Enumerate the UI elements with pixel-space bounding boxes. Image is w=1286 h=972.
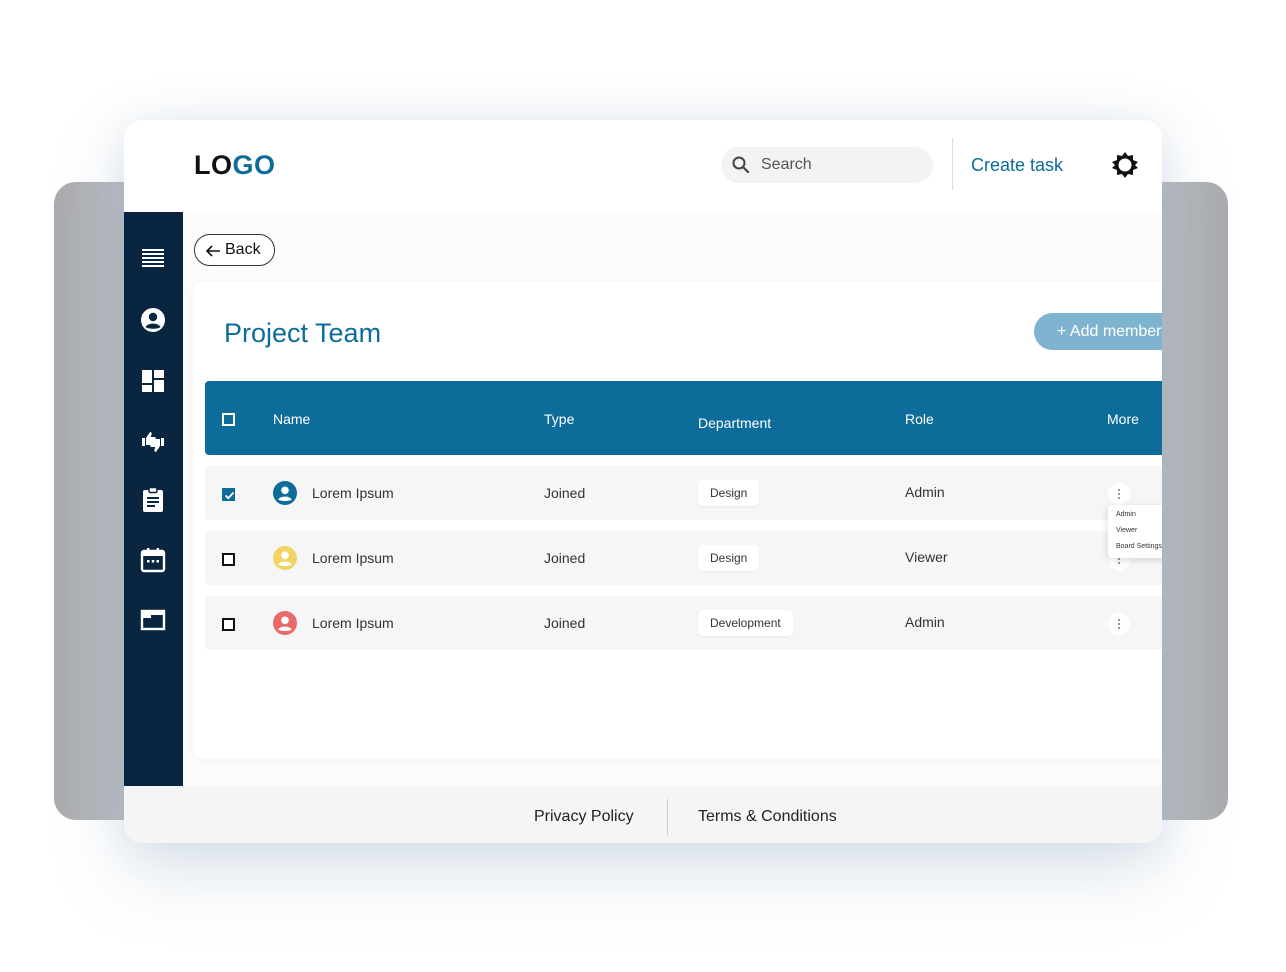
avatar-icon xyxy=(273,546,297,570)
footer-divider xyxy=(667,799,668,836)
member-type: Joined xyxy=(544,615,586,631)
search-input[interactable] xyxy=(761,155,921,175)
member-name: Lorem Ipsum xyxy=(312,485,394,501)
column-header-name[interactable]: Name xyxy=(273,411,310,427)
more-options-icon[interactable] xyxy=(1108,483,1130,505)
project-team-card: Project Team + Add member Name Type Depa… xyxy=(193,282,1162,758)
avatar-icon xyxy=(273,611,297,635)
row-checkbox[interactable] xyxy=(222,488,235,501)
table-row[interactable]: Lorem Ipsum Joined Design Admin xyxy=(205,466,1162,520)
select-all-checkbox[interactable] xyxy=(222,413,235,426)
avatar-icon xyxy=(273,481,297,505)
search-icon xyxy=(731,155,751,175)
header-divider xyxy=(952,138,953,190)
column-header-more[interactable]: More xyxy=(1107,411,1139,427)
table-row[interactable]: Lorem Ipsum Joined Design Viewer xyxy=(205,531,1162,585)
member-name: Lorem Ipsum xyxy=(312,615,394,631)
settings-icon[interactable] xyxy=(1111,151,1139,179)
row-checkbox[interactable] xyxy=(222,618,235,631)
thumbs-up-down-icon[interactable] xyxy=(139,426,167,454)
add-member-button[interactable]: + Add member xyxy=(1034,313,1162,350)
member-name: Lorem Ipsum xyxy=(312,550,394,566)
more-options-menu: Admin Viewer Board Settings xyxy=(1108,505,1162,558)
department-tag: Design xyxy=(698,545,760,571)
member-role: Admin xyxy=(905,614,945,630)
back-button[interactable]: Back xyxy=(194,234,275,266)
account-circle-icon[interactable] xyxy=(139,306,167,334)
logo-part-dark: LO xyxy=(194,150,233,180)
column-header-type[interactable]: Type xyxy=(544,411,574,427)
privacy-policy-link[interactable]: Privacy Policy xyxy=(534,808,634,826)
department-tag: Design xyxy=(698,480,760,506)
page-title: Project Team xyxy=(224,318,382,348)
search-bar[interactable] xyxy=(721,147,933,183)
arrow-left-icon xyxy=(205,244,221,258)
more-options-icon[interactable] xyxy=(1108,613,1130,635)
terms-conditions-link[interactable]: Terms & Conditions xyxy=(698,808,837,826)
create-task-link[interactable]: Create task xyxy=(971,155,1063,176)
window-icon[interactable] xyxy=(139,606,167,634)
main-content: Back Project Team + Add member Name Type… xyxy=(183,212,1162,786)
dashboard-icon[interactable] xyxy=(139,367,167,395)
table-row[interactable]: Lorem Ipsum Joined Development Admin xyxy=(205,596,1162,650)
logo-part-accent: GO xyxy=(232,150,276,180)
column-header-role[interactable]: Role xyxy=(905,411,934,427)
column-header-department[interactable]: Department xyxy=(698,415,771,431)
member-role: Viewer xyxy=(905,549,948,565)
clipboard-icon[interactable] xyxy=(139,486,167,514)
calendar-icon[interactable] xyxy=(139,546,167,574)
menu-item-board-settings[interactable]: Board Settings xyxy=(1116,543,1162,550)
logo[interactable]: LOGO xyxy=(194,150,276,181)
table-header: Name Type Department Role More xyxy=(205,381,1162,455)
back-button-label: Back xyxy=(225,241,261,258)
top-header: LOGO Create task xyxy=(124,120,1162,212)
row-checkbox[interactable] xyxy=(222,553,235,566)
member-type: Joined xyxy=(544,550,586,566)
sidebar xyxy=(124,212,183,786)
member-role: Admin xyxy=(905,484,945,500)
menu-item-admin[interactable]: Admin xyxy=(1116,511,1136,518)
app-window: LOGO Create task xyxy=(124,120,1162,843)
member-type: Joined xyxy=(544,485,586,501)
menu-item-viewer[interactable]: Viewer xyxy=(1116,527,1137,534)
stage: LOGO Create task xyxy=(0,0,1286,972)
menu-icon[interactable] xyxy=(139,244,167,272)
department-tag: Development xyxy=(698,610,793,636)
footer: Privacy Policy Terms & Conditions xyxy=(124,786,1162,843)
